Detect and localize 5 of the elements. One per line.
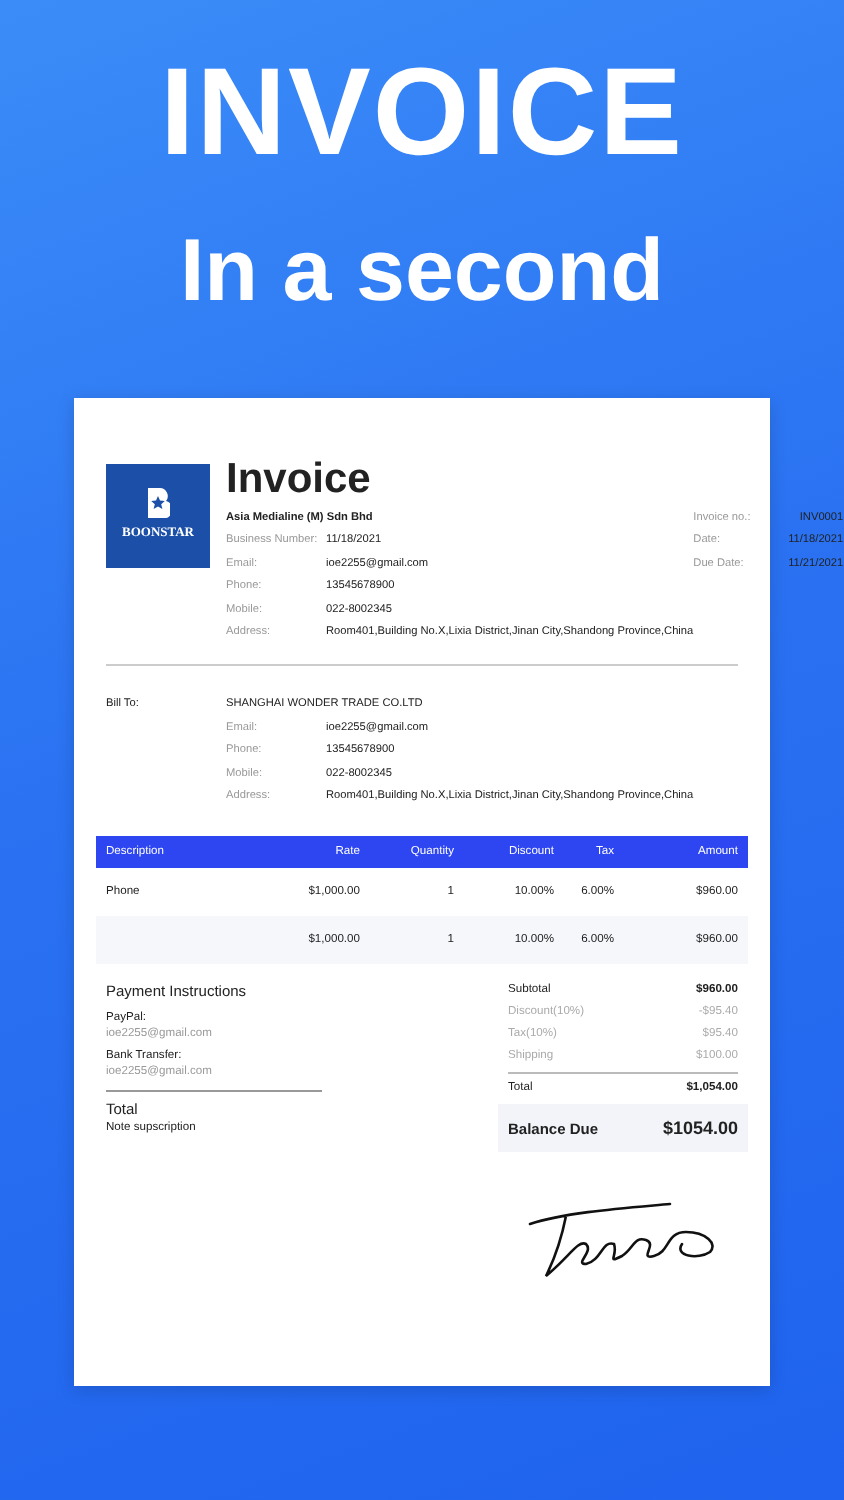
star-icon [146, 488, 170, 519]
headline: INVOICE [158, 52, 686, 176]
subheadline: In a second [177, 228, 667, 316]
balance-due-value: $1054.00 [662, 1115, 738, 1142]
invoice-title: Invoice [226, 458, 373, 500]
